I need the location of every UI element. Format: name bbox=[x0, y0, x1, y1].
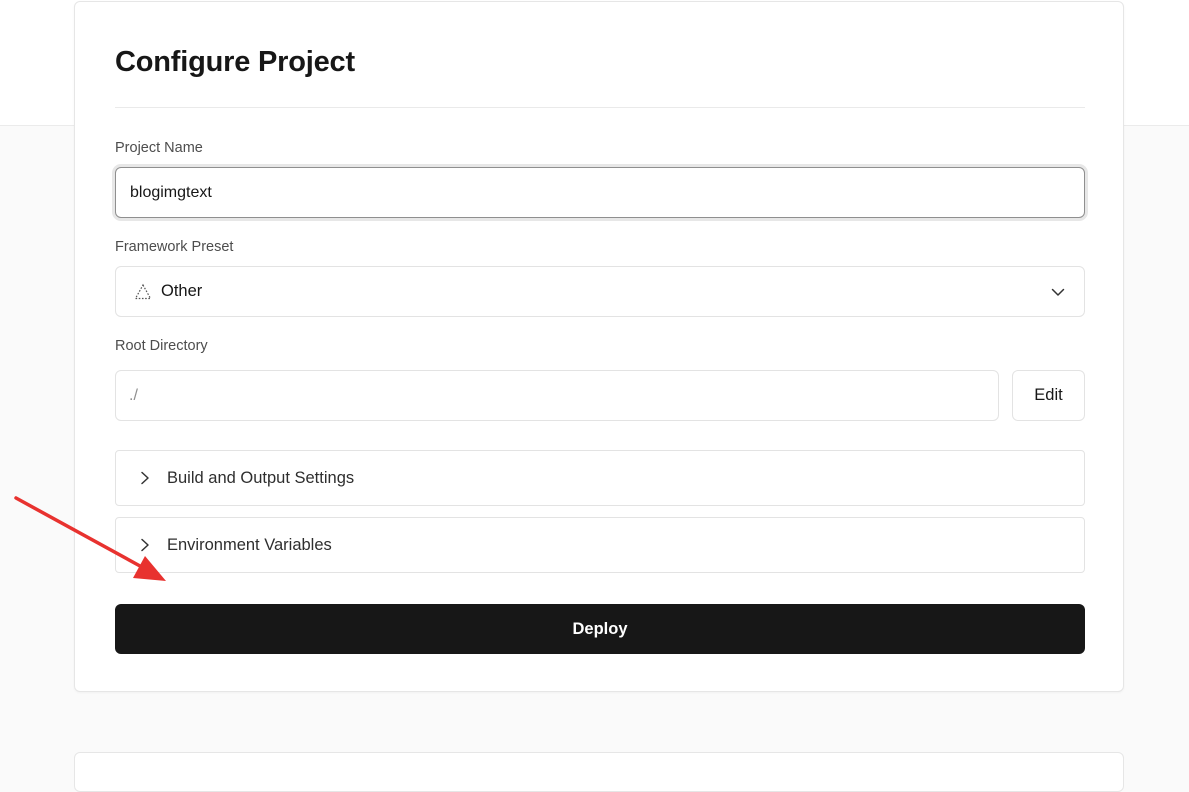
environment-variables-label: Environment Variables bbox=[167, 535, 332, 554]
edit-root-directory-button[interactable]: Edit bbox=[1012, 370, 1085, 421]
root-directory-label: Root Directory bbox=[115, 338, 208, 354]
triangle-dotted-icon bbox=[134, 283, 152, 301]
title-divider bbox=[115, 107, 1085, 108]
root-directory-input[interactable] bbox=[115, 370, 999, 421]
framework-preset-value: Other bbox=[161, 282, 203, 300]
configure-project-card: Configure Project Project Name Framework… bbox=[74, 1, 1124, 692]
deploy-button[interactable]: Deploy bbox=[115, 604, 1085, 654]
chevron-right-icon bbox=[138, 537, 152, 553]
build-output-settings-section[interactable]: Build and Output Settings bbox=[115, 450, 1085, 506]
chevron-right-icon bbox=[138, 470, 152, 486]
project-name-input[interactable] bbox=[115, 167, 1085, 218]
environment-variables-section[interactable]: Environment Variables bbox=[115, 517, 1085, 573]
page-title: Configure Project bbox=[115, 46, 355, 78]
framework-preset-label: Framework Preset bbox=[115, 239, 234, 255]
framework-preset-select[interactable]: Other bbox=[115, 266, 1085, 317]
next-card bbox=[74, 752, 1124, 792]
chevron-down-icon bbox=[1050, 284, 1066, 300]
build-output-settings-label: Build and Output Settings bbox=[167, 468, 355, 487]
project-name-label: Project Name bbox=[115, 140, 203, 156]
